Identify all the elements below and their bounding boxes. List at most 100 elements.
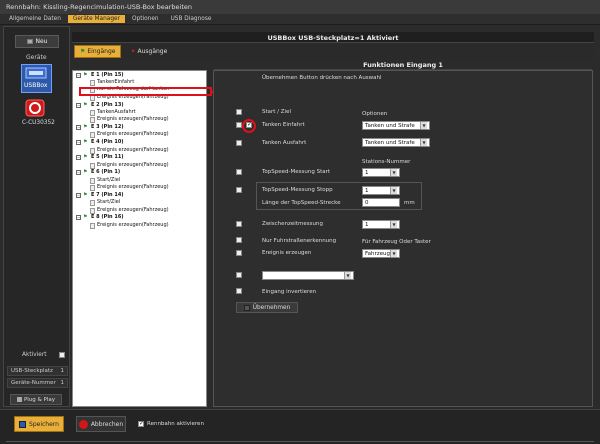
laenge-label: Länge der TopSpeed-Strecke bbox=[262, 200, 341, 206]
input-flag-icon: ⚑ bbox=[83, 72, 88, 78]
aktiviert-label: Aktiviert bbox=[22, 352, 47, 358]
highlight-box bbox=[79, 87, 212, 96]
tree-group[interactable]: − ⚑ E 3 (Pin 12) bbox=[76, 124, 124, 131]
tanken-ausfahrt-checkbox[interactable] bbox=[236, 140, 242, 146]
tree-label: Ereignis erzeugen(Fahrzeug) bbox=[97, 116, 169, 122]
zwischen-checkbox[interactable] bbox=[236, 221, 242, 227]
laenge-input[interactable]: 0 bbox=[362, 198, 400, 207]
input-flag-icon: ⚑ bbox=[83, 124, 88, 130]
tree-item[interactable]: TankenAusfahrt bbox=[90, 109, 136, 116]
fuer-select[interactable]: Fahrzeug ▼ bbox=[362, 249, 400, 258]
document-icon bbox=[90, 222, 95, 229]
collapse-toggle-icon[interactable]: − bbox=[76, 103, 81, 108]
optionen-label: Optionen bbox=[362, 111, 388, 117]
tree-item[interactable]: Ereignis erzeugen(Fahrzeug) bbox=[90, 147, 169, 154]
tree-group[interactable]: − ⚑ E 6 (Pin 1) bbox=[76, 169, 120, 176]
chevron-down-icon: ▼ bbox=[390, 169, 397, 176]
tree-item[interactable]: TankenEinfahrt bbox=[90, 79, 134, 86]
menu-allgemeine-daten[interactable]: Allgemeine Daten bbox=[4, 15, 66, 23]
uebernehmen-label: Übernehmen bbox=[252, 304, 291, 311]
collapse-toggle-icon[interactable]: − bbox=[76, 73, 81, 78]
tanken-einfahrt-label: Tanken Einfahrt bbox=[262, 122, 305, 128]
device-usbbox[interactable]: USBBox bbox=[24, 82, 47, 89]
usbbox-icon[interactable] bbox=[25, 66, 47, 80]
tree-label: E 7 (Pin 14) bbox=[91, 192, 124, 198]
tree-group[interactable]: − ⚑ E 8 (Pin 16) bbox=[76, 214, 124, 221]
laenge-unit: mm bbox=[404, 200, 415, 206]
hint-text: Übernehmen Button drücken nach Auswahl bbox=[262, 75, 382, 81]
zwischen-select[interactable]: 1 ▼ bbox=[362, 220, 400, 229]
tree-group[interactable]: − ⚑ E 1 (Pin 15) bbox=[76, 72, 124, 79]
ccu-icon[interactable] bbox=[25, 99, 45, 117]
input-flag-icon: ⚑ bbox=[83, 139, 88, 145]
tree-label: Ereignis erzeugen(Fahrzeug) bbox=[97, 162, 169, 168]
ts-stopp-checkbox[interactable] bbox=[236, 187, 242, 193]
tree-label: E 6 (Pin 1) bbox=[91, 169, 121, 175]
menu-usb-diagnose[interactable]: USB Diagnose bbox=[166, 15, 217, 23]
tab-eingaenge[interactable]: ⚑ Eingänge bbox=[74, 44, 122, 58]
custom-checkbox[interactable] bbox=[236, 272, 242, 278]
document-icon bbox=[90, 147, 95, 154]
tanken-ausfahrt-label: Tanken Ausfahrt bbox=[262, 140, 307, 146]
tree-label: Ereignis erzeugen(Fahrzeug) bbox=[97, 222, 169, 228]
collapse-toggle-icon[interactable]: − bbox=[76, 140, 81, 145]
start-ziel-checkbox[interactable] bbox=[236, 109, 242, 115]
tree-label: E 2 (Pin 13) bbox=[91, 102, 124, 108]
ereignis-checkbox[interactable] bbox=[236, 250, 242, 256]
tree-group[interactable]: − ⚑ E 5 (Pin 11) bbox=[76, 154, 124, 161]
tree-item[interactable]: Ereignis erzeugen(Fahrzeug) bbox=[90, 131, 169, 138]
input-flag-icon: ⚑ bbox=[83, 192, 88, 198]
cancel-button[interactable]: Abbrechen bbox=[76, 416, 126, 432]
menu-optionen[interactable]: Optionen bbox=[127, 15, 164, 23]
output-icon: ✦ bbox=[130, 47, 136, 55]
collapse-toggle-icon[interactable]: − bbox=[76, 170, 81, 175]
menu-bar: Allgemeine Daten Geräte Manager Optionen… bbox=[0, 14, 600, 25]
tree-group[interactable]: − ⚑ E 4 (Pin 10) bbox=[76, 139, 124, 146]
geraete-nummer-value: 1 bbox=[60, 380, 65, 386]
tree-label: E 8 (Pin 16) bbox=[91, 214, 124, 220]
collapse-toggle-icon[interactable]: − bbox=[76, 193, 81, 198]
collapse-toggle-icon[interactable]: − bbox=[76, 155, 81, 160]
custom-select[interactable]: ▼ bbox=[262, 271, 354, 280]
tree-label: E 4 (Pin 10) bbox=[91, 139, 124, 145]
collapse-toggle-icon[interactable]: − bbox=[76, 215, 81, 220]
tree-item[interactable]: Ereignis erzeugen(Fahrzeug) bbox=[90, 207, 169, 214]
new-button-label: Neu bbox=[35, 38, 48, 45]
rennbahn-label: Rennbahn aktivieren bbox=[147, 421, 204, 427]
aktiviert-checkbox[interactable] bbox=[59, 352, 65, 358]
tree-item[interactable]: Ereignis erzeugen(Fahrzeug) bbox=[90, 116, 169, 123]
tab-ausgaenge[interactable]: ✦ Ausgänge bbox=[124, 45, 173, 58]
tree-item[interactable]: Ereignis erzeugen(Fahrzeug) bbox=[90, 162, 169, 169]
tree-item[interactable]: Ereignis erzeugen(Fahrzeug) bbox=[90, 222, 169, 229]
optionen-select-2-value: Tanken und Strafe bbox=[365, 139, 415, 146]
input-icon: ⚑ bbox=[80, 47, 86, 55]
tree-label: E 3 (Pin 12) bbox=[91, 124, 124, 130]
functions-title: Funktionen Eingang 1 bbox=[214, 59, 592, 70]
tree-item[interactable]: Ereignis erzeugen(Fahrzeug) bbox=[90, 184, 169, 191]
tree-group[interactable]: − ⚑ E 7 (Pin 14) bbox=[76, 192, 124, 199]
collapse-toggle-icon[interactable]: − bbox=[76, 125, 81, 130]
stations-nummer-label: Stations-Nummer bbox=[362, 159, 411, 165]
menu-geraete-manager[interactable]: Geräte Manager bbox=[67, 15, 125, 23]
fuhrstrasse-checkbox[interactable] bbox=[236, 237, 242, 243]
tree-item[interactable]: Start/Ziel bbox=[90, 199, 120, 206]
save-label: Speichern bbox=[29, 420, 59, 428]
tree-group[interactable]: − ⚑ E 2 (Pin 13) bbox=[76, 102, 124, 109]
uebernehmen-button[interactable]: Übernehmen bbox=[236, 302, 298, 313]
document-icon bbox=[90, 116, 95, 123]
new-device-button[interactable]: Neu bbox=[15, 35, 59, 48]
ts-stopp-select[interactable]: 1 ▼ bbox=[362, 186, 400, 195]
ts-start-checkbox[interactable] bbox=[236, 169, 242, 175]
ts-start-select[interactable]: 1 ▼ bbox=[362, 168, 400, 177]
optionen-select-1[interactable]: Tanken und Strafe ▼ bbox=[362, 121, 430, 130]
invertieren-checkbox[interactable] bbox=[236, 288, 242, 294]
rennbahn-checkbox[interactable]: ✓ bbox=[138, 420, 144, 427]
devices-label: Geräte bbox=[26, 54, 47, 61]
plug-and-play-button[interactable]: Plug & Play bbox=[10, 394, 62, 405]
tree-label: Start/Ziel bbox=[97, 199, 121, 205]
device-ccu[interactable]: C-CU30352 bbox=[22, 120, 55, 126]
tree-item[interactable]: Start/Ziel bbox=[90, 177, 120, 184]
save-icon bbox=[19, 420, 27, 428]
optionen-select-2[interactable]: Tanken und Strafe ▼ bbox=[362, 138, 430, 147]
save-button[interactable]: Speichern bbox=[14, 416, 64, 432]
